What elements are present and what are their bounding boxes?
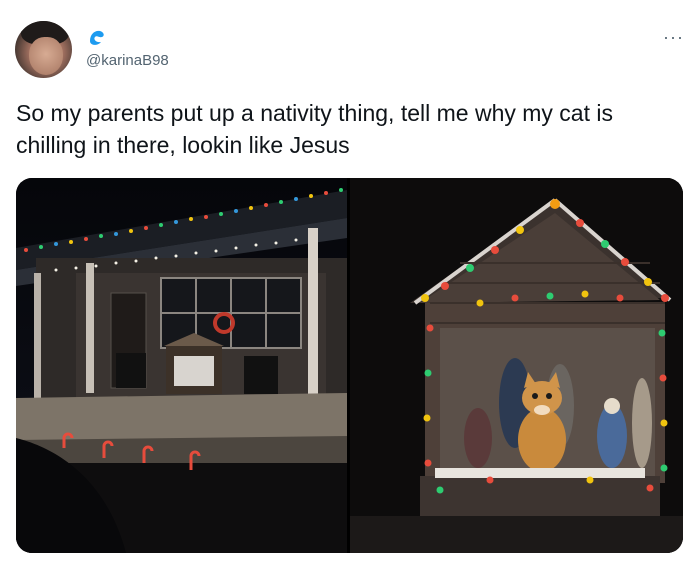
house-with-christmas-lights-photo-icon — [16, 188, 347, 553]
tweet-media[interactable] — [16, 178, 683, 553]
user-handle[interactable]: @karinaB98 — [86, 52, 169, 69]
avatar-face — [29, 37, 63, 75]
wave-badge-icon — [90, 30, 104, 45]
tweet-text: So my parents put up a nativity thing, t… — [16, 100, 613, 158]
media-photo-nativity[interactable] — [350, 178, 683, 553]
more-options-icon[interactable]: ··· — [663, 27, 684, 48]
avatar[interactable] — [15, 21, 72, 78]
cat-in-nativity-scene-photo-icon — [350, 178, 683, 553]
media-photo-house[interactable] — [16, 178, 347, 553]
